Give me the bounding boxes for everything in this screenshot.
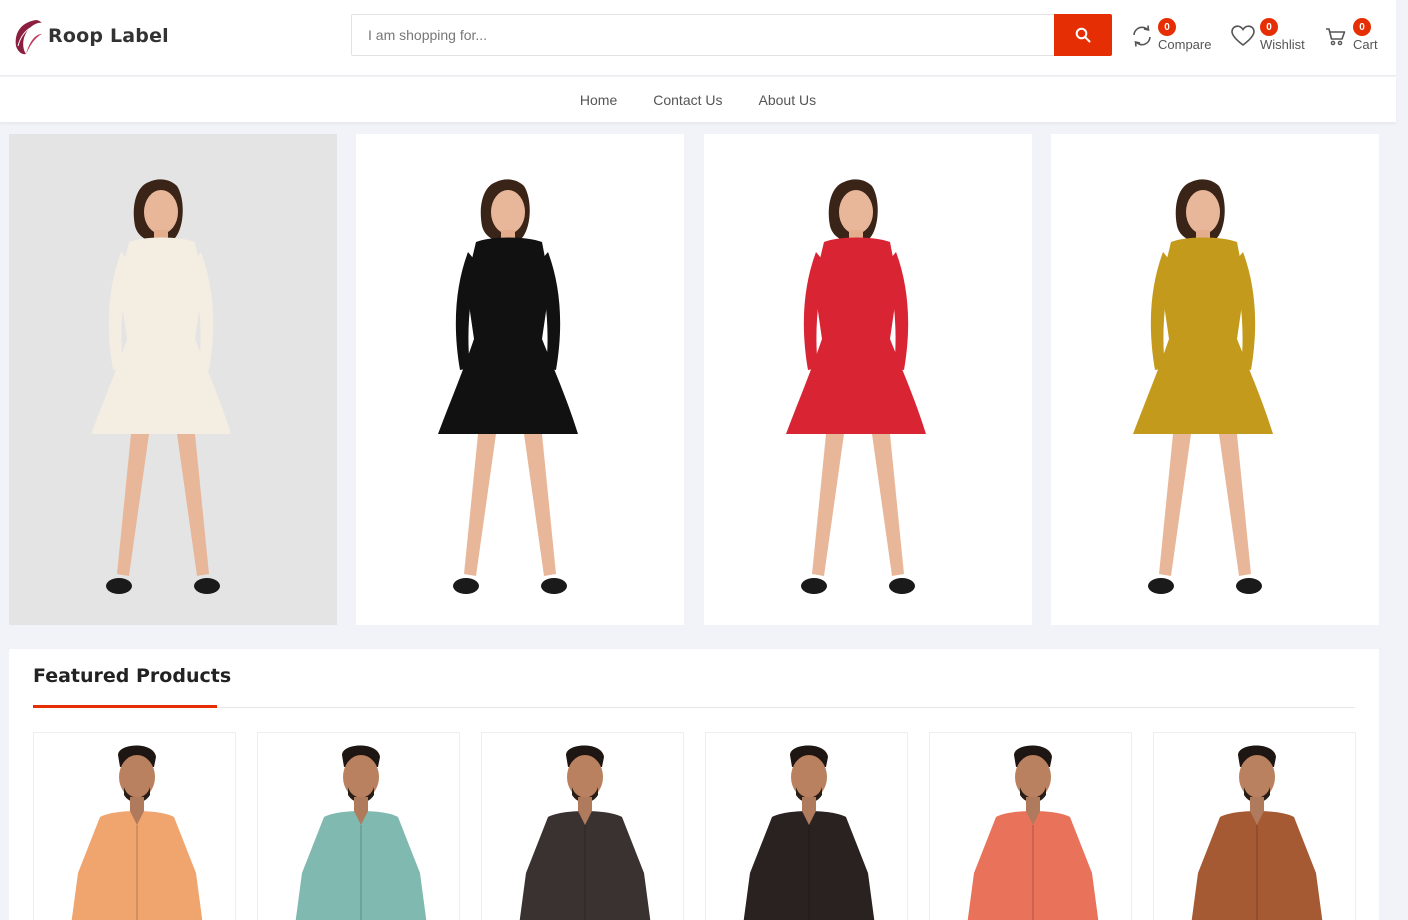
- product-card[interactable]: [257, 732, 460, 920]
- cart-button[interactable]: 0 Cart: [1325, 18, 1385, 58]
- search-input[interactable]: [352, 15, 1055, 55]
- featured-products-section: Featured Products: [9, 649, 1379, 920]
- cart-icon: [1326, 28, 1346, 46]
- banner-slide[interactable]: [9, 134, 337, 625]
- dress-model-image: [91, 179, 231, 594]
- logo-feather-icon: [15, 20, 42, 55]
- search-bar: [351, 14, 1112, 56]
- dress-model-image: [1133, 179, 1273, 594]
- section-divider: [33, 707, 1355, 708]
- nav-contact-us[interactable]: Contact Us: [653, 92, 722, 108]
- heart-icon: [1231, 25, 1255, 47]
- wishlist-label: Wishlist: [1260, 37, 1305, 52]
- wishlist-button[interactable]: 0 Wishlist: [1231, 18, 1311, 58]
- main-nav: Home Contact Us About Us: [0, 77, 1396, 122]
- cart-count-badge: 0: [1353, 18, 1371, 36]
- section-title: Featured Products: [33, 665, 232, 687]
- product-image: [71, 745, 203, 920]
- dress-model-image: [786, 179, 926, 594]
- brand-name: Roop Label: [48, 25, 169, 47]
- search-button[interactable]: [1054, 14, 1112, 56]
- product-card[interactable]: [929, 732, 1132, 920]
- product-image: [967, 745, 1099, 920]
- wishlist-count-badge: 0: [1260, 18, 1278, 36]
- compare-button[interactable]: 0 Compare: [1130, 18, 1220, 58]
- product-image: [743, 745, 875, 920]
- compare-label: Compare: [1158, 37, 1212, 52]
- product-card[interactable]: [1153, 732, 1356, 920]
- product-image: [519, 745, 651, 920]
- brand-logo[interactable]: Roop Label: [12, 16, 169, 56]
- product-image: [295, 745, 427, 920]
- search-icon: [1075, 27, 1091, 43]
- product-image: [1191, 745, 1323, 920]
- banner-slide[interactable]: [356, 134, 684, 625]
- section-title-underline: [33, 705, 217, 708]
- banner-slide[interactable]: [704, 134, 1032, 625]
- nav-about-us[interactable]: About Us: [759, 92, 817, 108]
- header: Roop Label 0 Compare 0 Wishlist: [0, 0, 1396, 76]
- cart-label: Cart: [1353, 37, 1378, 52]
- dress-model-image: [438, 179, 578, 594]
- product-card[interactable]: [481, 732, 684, 920]
- banner-slide[interactable]: [1051, 134, 1379, 625]
- product-card[interactable]: [705, 732, 908, 920]
- compare-icon: [1133, 25, 1151, 47]
- compare-count-badge: 0: [1158, 18, 1176, 36]
- product-card[interactable]: [33, 732, 236, 920]
- nav-home[interactable]: Home: [580, 92, 617, 108]
